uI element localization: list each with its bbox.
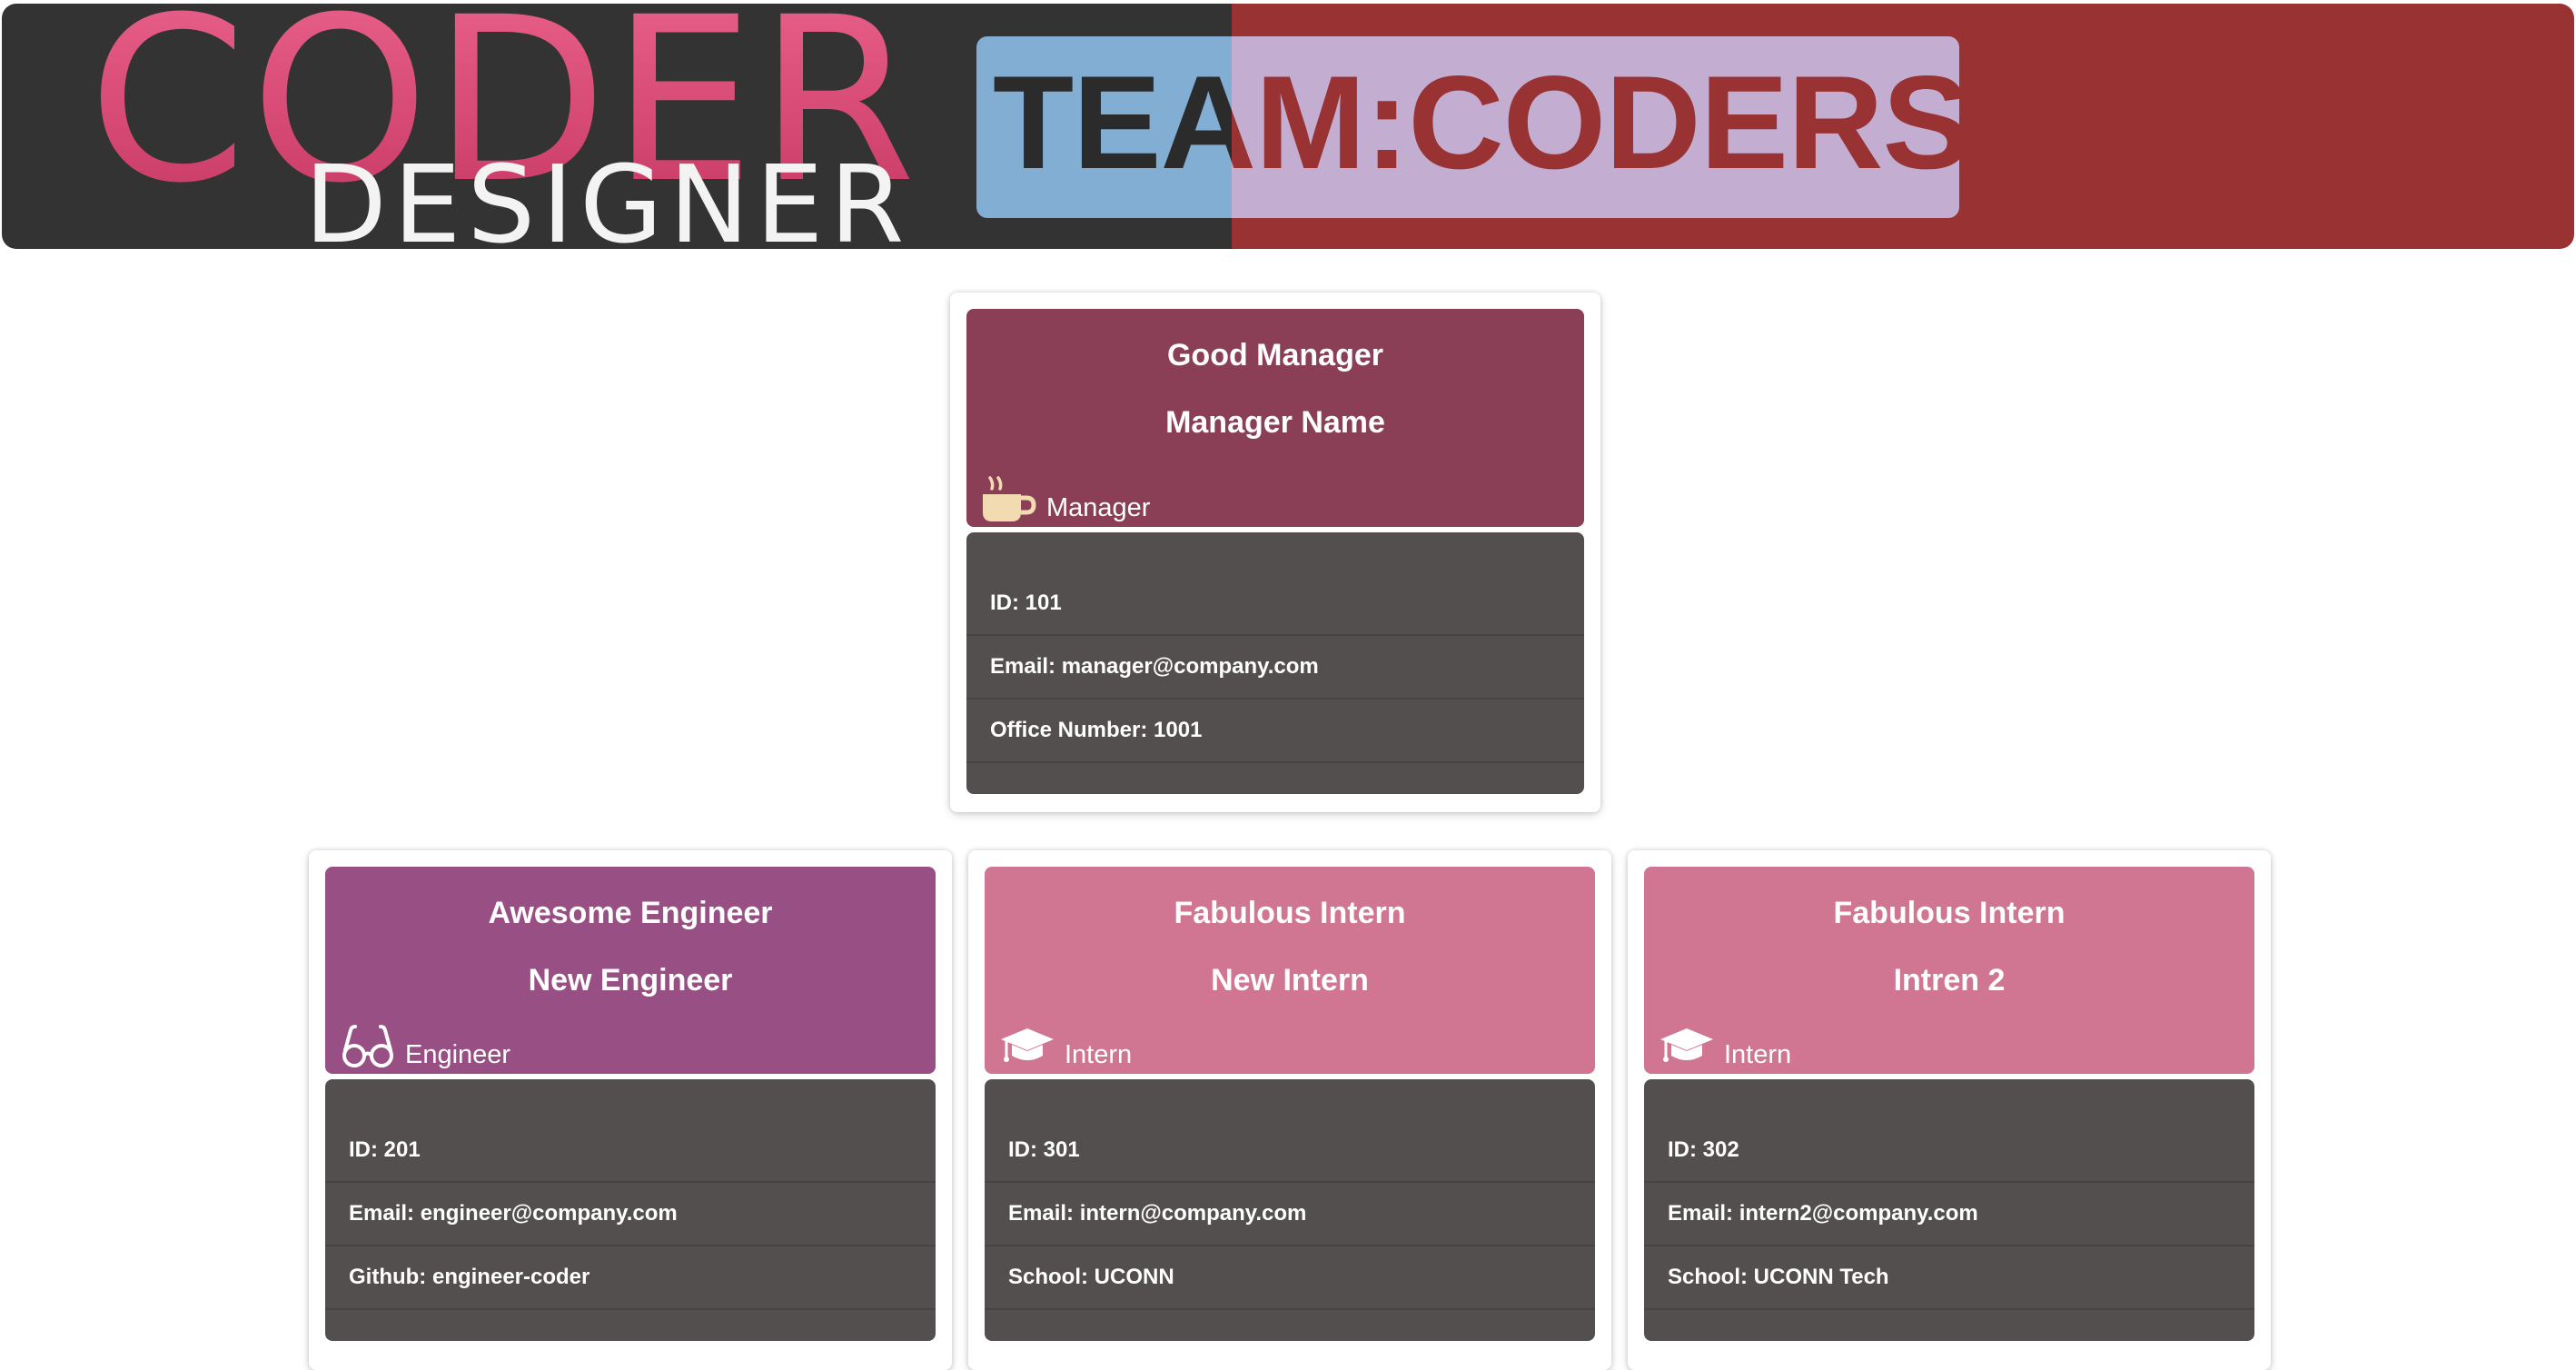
card-title: Awesome Engineer [488,896,773,930]
role-tag: Engineer [340,1023,510,1070]
role-tag: Manager [981,476,1150,523]
email-row: Email: intern2@company.com [1644,1183,2254,1246]
id-label: ID: [1668,1137,1703,1162]
card-title: Good Manager [1166,338,1384,372]
school-value: UCONN [1094,1265,1174,1289]
id-value: 302 [1702,1137,1739,1162]
team-title: TEAM:CODERS [993,56,1959,189]
email-label: Email: [349,1201,421,1226]
id-row: ID: 301 [985,1119,1595,1183]
email-label: Email: [1668,1201,1739,1226]
github-link[interactable]: engineer-coder [432,1265,590,1289]
manager-card: Good Manager Manager Name Manager ID: 10… [950,293,1600,812]
school-value: UCONN Tech [1753,1265,1889,1289]
graduation-cap-icon [999,1023,1055,1070]
school-label: School: [1008,1265,1095,1289]
engineer-card-header: Awesome Engineer New Engineer Engineer [325,867,936,1074]
manager-card-details: ID: 101 Email: manager@company.com Offic… [966,532,1584,794]
role-label: Manager [1046,493,1151,522]
intern-card-header: Fabulous Intern Intren 2 Intern [1644,867,2254,1074]
graduation-cap-icon [1659,1023,1715,1070]
email-link[interactable]: engineer@company.com [421,1201,678,1226]
id-value: 201 [383,1137,421,1162]
email-row: Email: intern@company.com [985,1183,1595,1246]
id-label: ID: [349,1137,384,1162]
id-row: ID: 302 [1644,1119,2254,1183]
team-title-box: TEAM:CODERS [976,36,1959,218]
id-row: ID: 101 [966,572,1584,636]
email-row: Email: engineer@company.com [325,1183,936,1246]
office-number-row: Office Number: 1001 [966,700,1584,763]
email-label: Email: [990,654,1062,679]
card-title: Fabulous Intern [1174,896,1406,930]
id-label: ID: [990,591,1025,615]
employee-name: Intren 2 [1893,963,2006,998]
employee-name: Manager Name [1165,405,1385,440]
school-label: School: [1668,1265,1754,1289]
email-link[interactable]: manager@company.com [1062,654,1319,679]
intern-card-header: Fabulous Intern New Intern Intern [985,867,1595,1074]
intern-card: Fabulous Intern New Intern Intern ID: 30… [968,850,1611,1370]
employee-name: New Engineer [528,963,733,998]
role-label: Engineer [405,1040,511,1069]
github-label: Github: [349,1265,432,1289]
email-label: Email: [1008,1201,1080,1226]
id-label: ID: [1008,1137,1044,1162]
coffee-cup-icon [981,476,1037,523]
header-banner: CODER DESIGNER TEAM:CODERS [2,4,2574,249]
intern-card: Fabulous Intern Intren 2 Intern ID: 302 … [1628,850,2271,1370]
intern-card-details: ID: 301 Email: intern@company.com School… [985,1079,1595,1341]
glasses-icon [340,1023,396,1070]
employee-name: New Intern [1211,963,1369,998]
id-value: 301 [1043,1137,1080,1162]
school-row: School: UCONN [985,1246,1595,1310]
role-label: Intern [1065,1040,1133,1069]
id-row: ID: 201 [325,1119,936,1183]
logo-word-designer: DESIGNER [304,142,911,249]
github-row: Github: engineer-coder [325,1246,936,1310]
role-tag: Intern [999,1023,1132,1070]
engineer-card: Awesome Engineer New Engineer Engineer I… [309,850,952,1370]
email-link[interactable]: intern@company.com [1080,1201,1307,1226]
role-label: Intern [1724,1040,1792,1069]
card-title: Fabulous Intern [1833,896,2066,930]
role-tag: Intern [1659,1023,1791,1070]
email-link[interactable]: intern2@company.com [1739,1201,1978,1226]
office-number-value: 1001 [1154,718,1203,742]
coder-designer-logo: CODER DESIGNER [2,4,956,249]
manager-card-header: Good Manager Manager Name Manager [966,309,1584,527]
intern-card-details: ID: 302 Email: intern2@company.com Schoo… [1644,1079,2254,1341]
office-number-label: Office Number: [990,718,1154,742]
school-row: School: UCONN Tech [1644,1246,2254,1310]
engineer-card-details: ID: 201 Email: engineer@company.com Gith… [325,1079,936,1341]
email-row: Email: manager@company.com [966,636,1584,700]
id-value: 101 [1025,591,1062,615]
